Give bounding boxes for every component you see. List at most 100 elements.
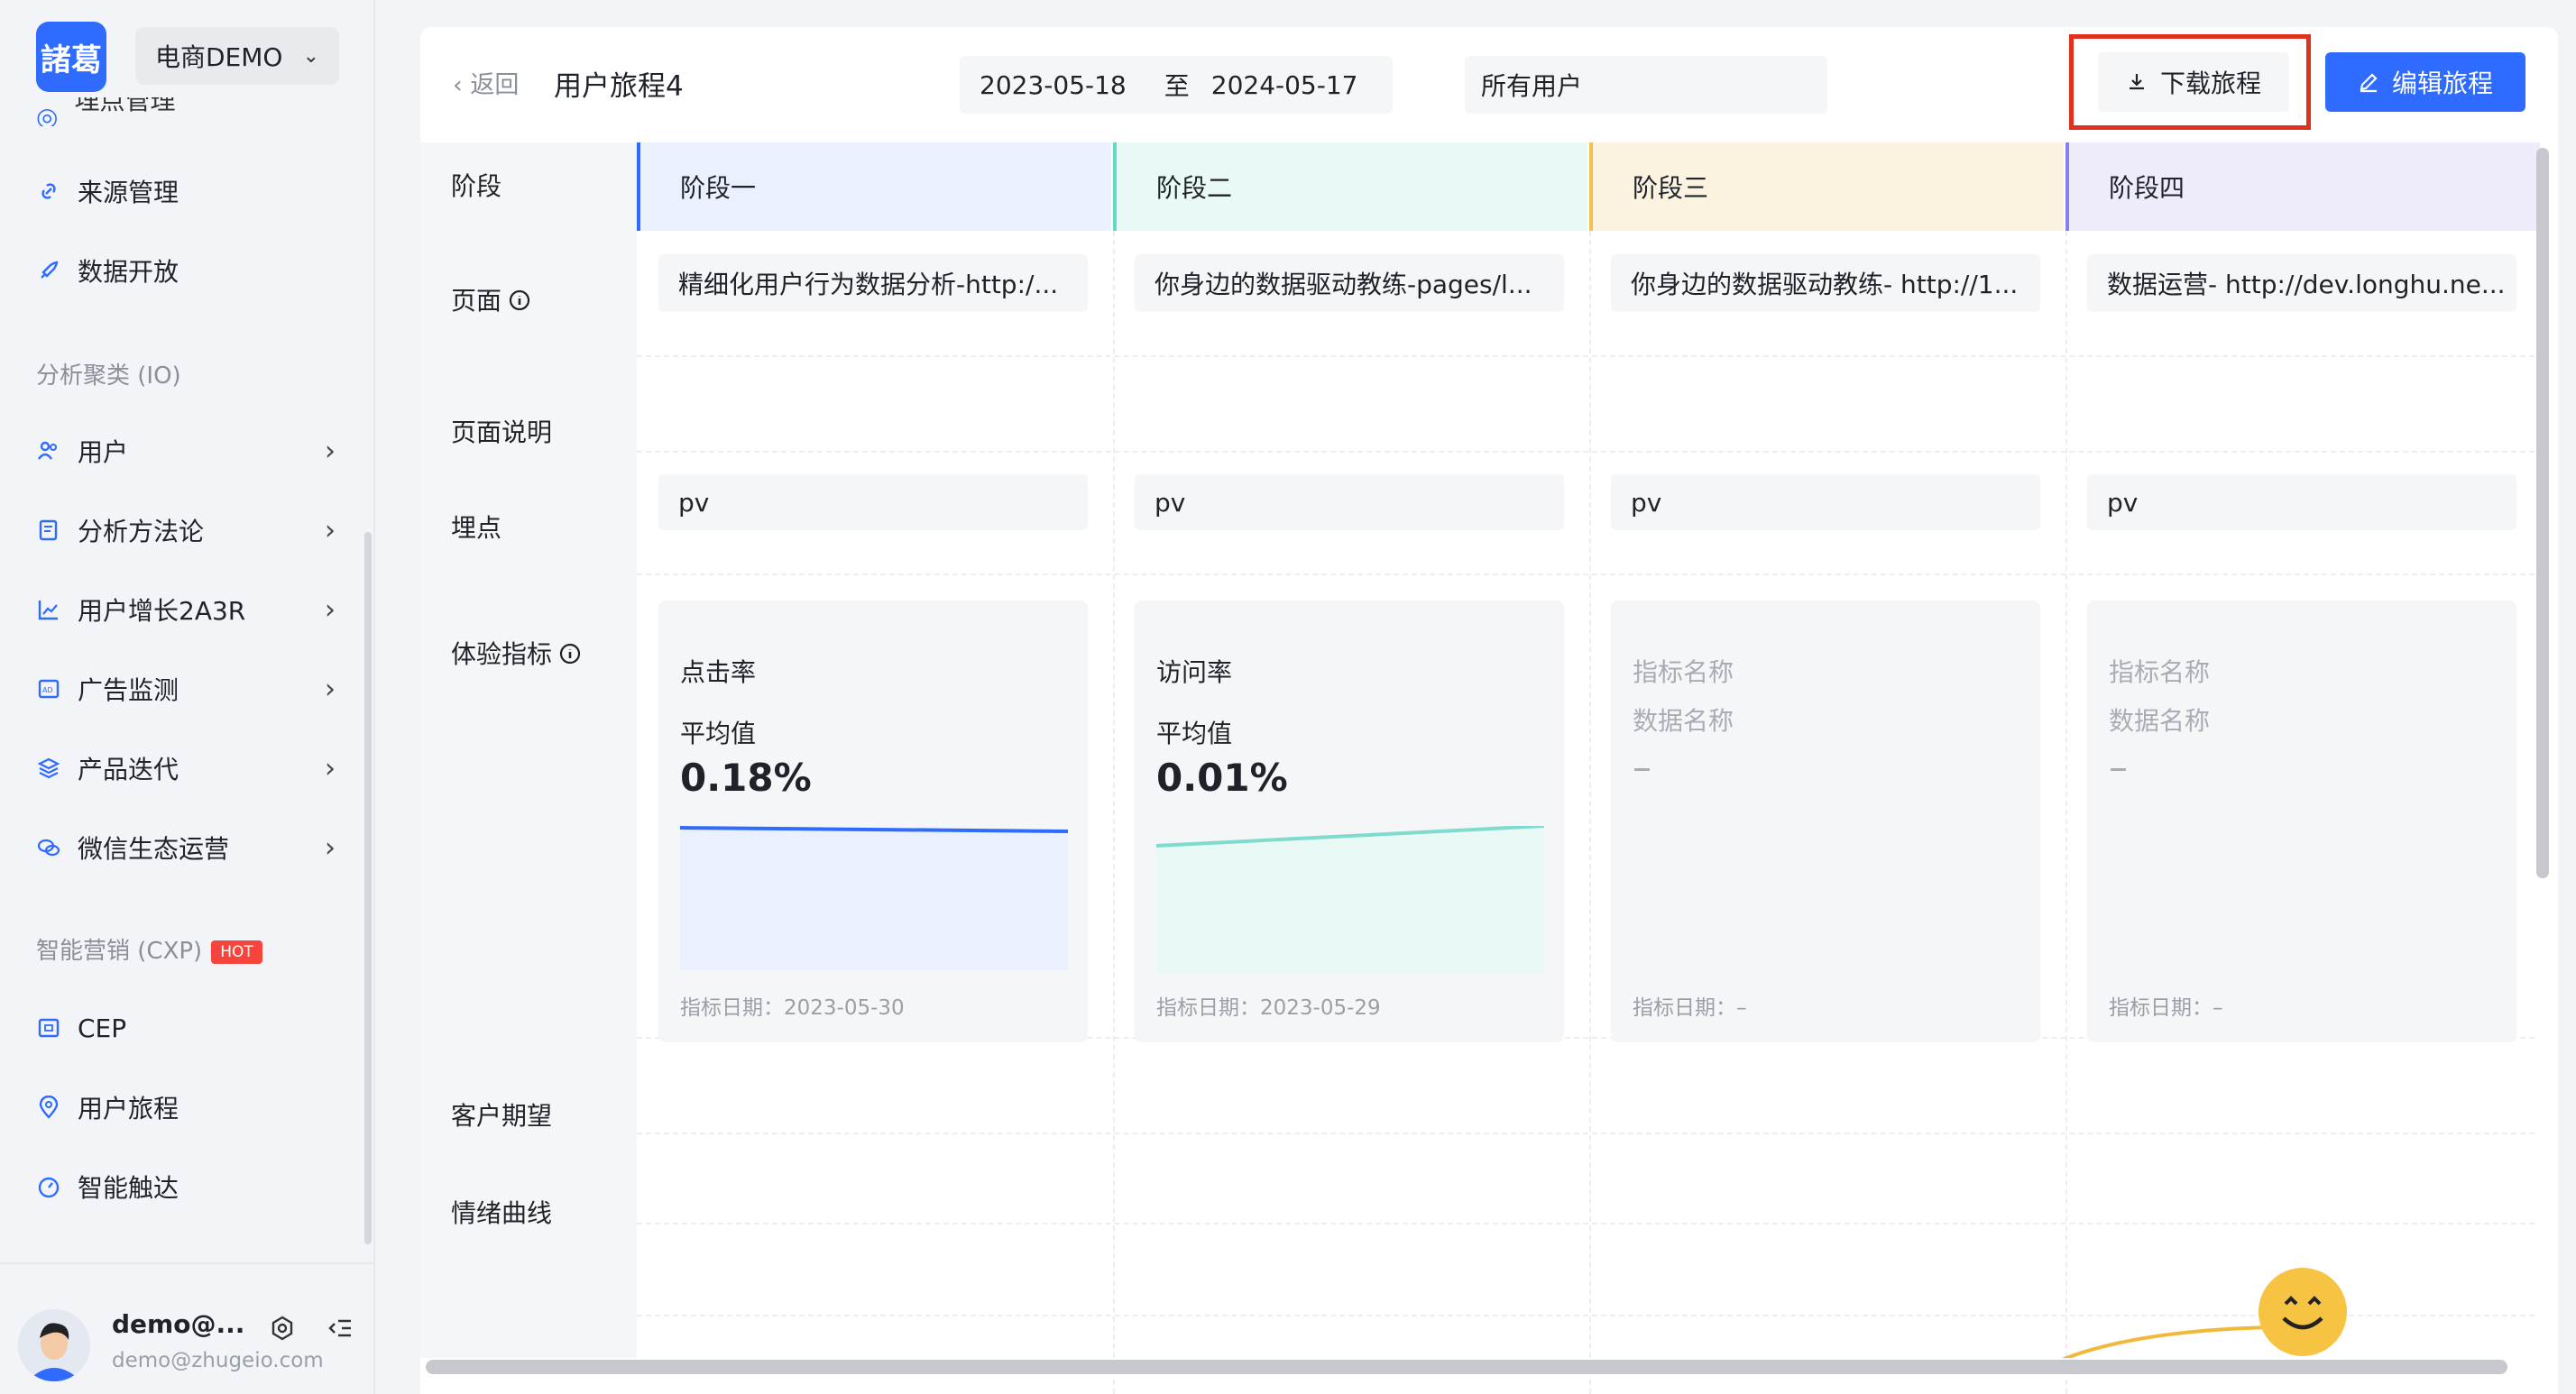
stage-header-3[interactable]: 阶段三 xyxy=(1589,142,2064,231)
chevron-down-icon: ⌄ xyxy=(302,44,319,68)
emotion-smile-icon[interactable] xyxy=(2259,1268,2347,1356)
stage-header-4[interactable]: 阶段四 xyxy=(2065,142,2540,231)
metric-name: 访问率 xyxy=(1156,657,1233,687)
chevron-right-icon: › xyxy=(325,752,336,784)
event-cell-4[interactable]: pv xyxy=(2087,474,2516,530)
sidebar-item-label: 用户 xyxy=(78,437,129,467)
project-select[interactable]: 电商DEMO ⌄ xyxy=(135,27,339,85)
edit-journey-button[interactable]: 编辑旅程 xyxy=(2325,52,2525,112)
row-label-emotion: 情绪曲线 xyxy=(420,1161,637,1369)
row-label-metrics: 体验指标 xyxy=(420,602,637,1066)
ad-icon: AD xyxy=(36,676,61,702)
sidebar-item-growth[interactable]: 用户增长2A3R › xyxy=(0,582,373,637)
page-cell-3[interactable]: 你身边的数据驱动教练- http://1... xyxy=(1611,254,2040,312)
horizontal-scrollbar[interactable] xyxy=(426,1360,2507,1374)
sidebar-item-journey[interactable]: 用户旅程 xyxy=(0,1080,373,1134)
avatar[interactable] xyxy=(18,1309,90,1381)
row-divider xyxy=(637,451,2535,453)
book-icon xyxy=(36,518,61,543)
metric-sub: 平均值 xyxy=(1156,719,1233,748)
event-cell-2[interactable]: pv xyxy=(1135,474,1564,530)
sidebar-item-cep[interactable]: CEP xyxy=(0,1001,373,1055)
metric-name: 指标名称 xyxy=(1633,657,1734,687)
sidebar-item-ad-monitor[interactable]: AD 广告监测 › xyxy=(0,662,373,716)
section-title-analysis: 分析聚类 (IO) xyxy=(36,362,181,390)
event-cell-3[interactable]: pv xyxy=(1611,474,2040,530)
column-divider xyxy=(1113,231,1115,1394)
sidebar-item-label: 数据开放 xyxy=(78,257,179,287)
sidebar-item-label: 广告监测 xyxy=(78,675,179,705)
chevron-left-icon: ‹ xyxy=(453,71,471,99)
stage-header-2[interactable]: 阶段二 xyxy=(1113,142,1587,231)
back-link[interactable]: ‹ 返回 xyxy=(453,65,519,100)
metric-value: 0.01% xyxy=(1156,756,1288,800)
sidebar-item-label: 用户旅程 xyxy=(78,1094,179,1123)
info-icon[interactable] xyxy=(509,288,530,317)
sidebar-item-product-iteration[interactable]: 产品迭代 › xyxy=(0,741,373,795)
metric-card-3[interactable]: 指标名称 数据名称 – 指标日期：– xyxy=(1611,601,2040,1042)
sidebar-item-open-data[interactable]: 数据开放 xyxy=(0,243,373,298)
sidebar-item-label: 智能触达 xyxy=(78,1173,179,1203)
app-logo[interactable]: 諸葛 xyxy=(36,22,106,92)
metric-sub: 数据名称 xyxy=(2109,706,2211,736)
date-range-picker[interactable]: 2023-05-18 至 2024-05-17 xyxy=(960,56,1393,114)
date-start: 2023-05-18 xyxy=(980,69,1127,100)
metric-date: 指标日期：– xyxy=(2109,996,2223,1020)
metric-sparkline xyxy=(680,826,1068,970)
chevron-right-icon: › xyxy=(325,435,336,467)
sidebar-scrollbar[interactable] xyxy=(364,532,372,1244)
sidebar-item-source[interactable]: 来源管理 xyxy=(0,164,373,218)
metric-name: 点击率 xyxy=(680,657,757,687)
stage-header-1[interactable]: 阶段一 xyxy=(637,142,1111,231)
info-icon[interactable] xyxy=(559,641,581,671)
metric-card-1[interactable]: 点击率 平均值 0.18% 指标日期：2023-05-30 xyxy=(658,601,1088,1042)
compass-icon xyxy=(36,1174,61,1199)
line-chart-icon xyxy=(36,597,61,622)
page-title: 用户旅程4 xyxy=(554,70,684,103)
row-label-page-desc: 页面说明 xyxy=(420,382,637,480)
location-icon xyxy=(36,1095,61,1120)
collapse-sidebar-icon[interactable] xyxy=(325,1313,355,1344)
metric-date: 指标日期：– xyxy=(1633,996,1747,1020)
user-group-select[interactable]: 所有用户 xyxy=(1465,56,1827,114)
chevron-right-icon: › xyxy=(325,673,336,705)
user-name: demo@... xyxy=(112,1309,245,1339)
metric-card-2[interactable]: 访问率 平均值 0.01% 指标日期：2023-05-29 xyxy=(1135,601,1564,1042)
metric-date: 指标日期：2023-05-30 xyxy=(680,996,905,1020)
metric-card-4[interactable]: 指标名称 数据名称 – 指标日期：– xyxy=(2087,601,2516,1042)
page-cell-2[interactable]: 你身边的数据驱动教练-pages/l... xyxy=(1135,254,1564,312)
row-divider xyxy=(637,355,2535,357)
sidebar-item-wechat[interactable]: 微信生态运营 › xyxy=(0,821,373,875)
wechat-icon xyxy=(36,835,61,860)
row-divider xyxy=(637,573,2535,575)
sidebar-item-methodology[interactable]: 分析方法论 › xyxy=(0,503,373,557)
row-label-stage: 阶段 xyxy=(420,142,637,231)
sidebar-item-label: 产品迭代 xyxy=(78,755,179,784)
hot-badge: HOT xyxy=(211,940,262,964)
sidebar-item-label: 来源管理 xyxy=(78,178,179,207)
metric-name: 指标名称 xyxy=(2109,657,2211,687)
page-cell-1[interactable]: 精细化用户行为数据分析-http:/... xyxy=(658,254,1088,312)
row-label-expectation: 客户期望 xyxy=(420,1066,637,1161)
chevron-right-icon: › xyxy=(325,593,336,626)
metric-sub: 平均值 xyxy=(680,719,757,748)
metric-sub: 数据名称 xyxy=(1633,706,1734,736)
rocket-icon xyxy=(36,258,61,283)
sidebar-item-smart-reach[interactable]: 智能触达 xyxy=(0,1160,373,1214)
vertical-scrollbar[interactable] xyxy=(2536,148,2549,878)
event-cell-1[interactable]: pv xyxy=(658,474,1088,530)
page-cell-4[interactable]: 数据运营- http://dev.longhu.ne... xyxy=(2087,254,2516,312)
users-icon xyxy=(36,438,61,463)
date-end: 2024-05-17 xyxy=(1210,69,1358,100)
settings-icon[interactable] xyxy=(267,1313,298,1344)
journey-header: ‹ 返回 用户旅程4 2023-05-18 至 2024-05-17 所有用户 … xyxy=(420,27,2558,141)
sidebar-item-label: 用户增长2A3R xyxy=(78,596,246,626)
column-divider xyxy=(2065,231,2067,1394)
date-separator: 至 xyxy=(1164,71,1190,101)
user-email: demo@zhugeio.com xyxy=(112,1349,324,1372)
row-divider xyxy=(637,1223,2535,1224)
sidebar-item-users[interactable]: 用户 › xyxy=(0,424,373,478)
sidebar-item-label: 微信生态运营 xyxy=(78,834,230,864)
sidebar-item-clipped[interactable]: ◎埋点管理 xyxy=(36,97,175,126)
sidebar-item-label: CEP xyxy=(78,1013,127,1043)
